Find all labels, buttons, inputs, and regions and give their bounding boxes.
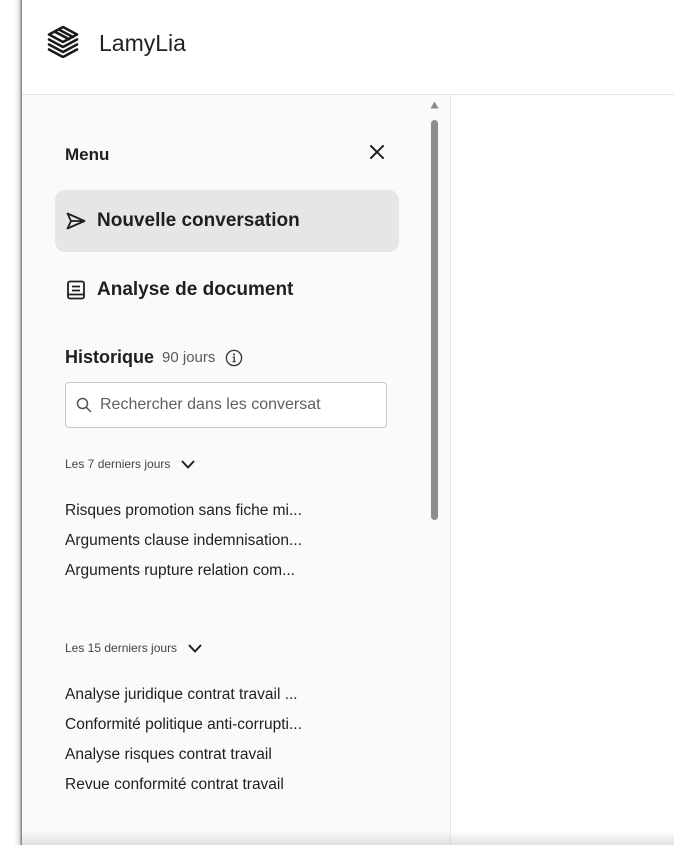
sidebar-menu: Menu Nouvelle conversation Analyse de do… [22,95,451,845]
history-header: Historique 90 jours [65,347,243,368]
close-icon[interactable] [365,140,389,164]
history-item[interactable]: Analyse juridique contrat travail ... [65,680,395,710]
search-icon [76,397,92,413]
history-list-15-days: Analyse juridique contrat travail ... Co… [65,680,395,800]
history-item[interactable]: Arguments rupture relation com... [65,556,395,586]
history-item[interactable]: Risques promotion sans fiche mi... [65,496,395,526]
history-list-7-days: Risques promotion sans fiche mi... Argum… [65,496,395,586]
scroll-thumb[interactable] [431,120,438,520]
layers-logo-icon [47,25,79,58]
history-item[interactable]: Revue conformité contrat travail [65,770,395,800]
document-analysis-label: Analyse de document [97,279,294,300]
app-window: LamyLia Menu Nouvelle conversation Analy… [22,0,674,845]
history-item[interactable]: Analyse risques contrat travail [65,740,395,770]
window-shadow-edge [0,0,22,845]
document-icon [67,280,85,300]
group-label: Les 15 derniers jours [65,641,178,655]
send-icon [66,212,86,230]
document-analysis-button[interactable]: Analyse de document [55,259,399,321]
new-conversation-label: Nouvelle conversation [97,210,300,231]
chevron-down-icon [181,460,196,469]
scroll-up-arrow-icon[interactable] [430,101,439,109]
chevron-down-icon [188,644,202,653]
history-item[interactable]: Conformité politique anti-corrupti... [65,710,395,740]
window-bottom-shadow [22,831,674,845]
history-search [65,382,387,428]
group-header-15-days[interactable]: Les 15 derniers jours [65,641,203,655]
app-title: LamyLia [99,30,186,56]
history-days: 90 jours [162,349,216,366]
new-conversation-button[interactable]: Nouvelle conversation [55,190,399,252]
search-input[interactable] [100,396,386,414]
app-header: LamyLia [22,0,674,95]
menu-title: Menu [65,145,110,164]
info-icon[interactable] [225,349,243,367]
group-label: Les 7 derniers jours [65,457,171,471]
group-header-7-days[interactable]: Les 7 derniers jours [65,457,196,471]
history-title: Historique [65,347,155,367]
sidebar-scrollbar[interactable] [427,95,441,845]
history-item[interactable]: Arguments clause indemnisation... [65,526,395,556]
